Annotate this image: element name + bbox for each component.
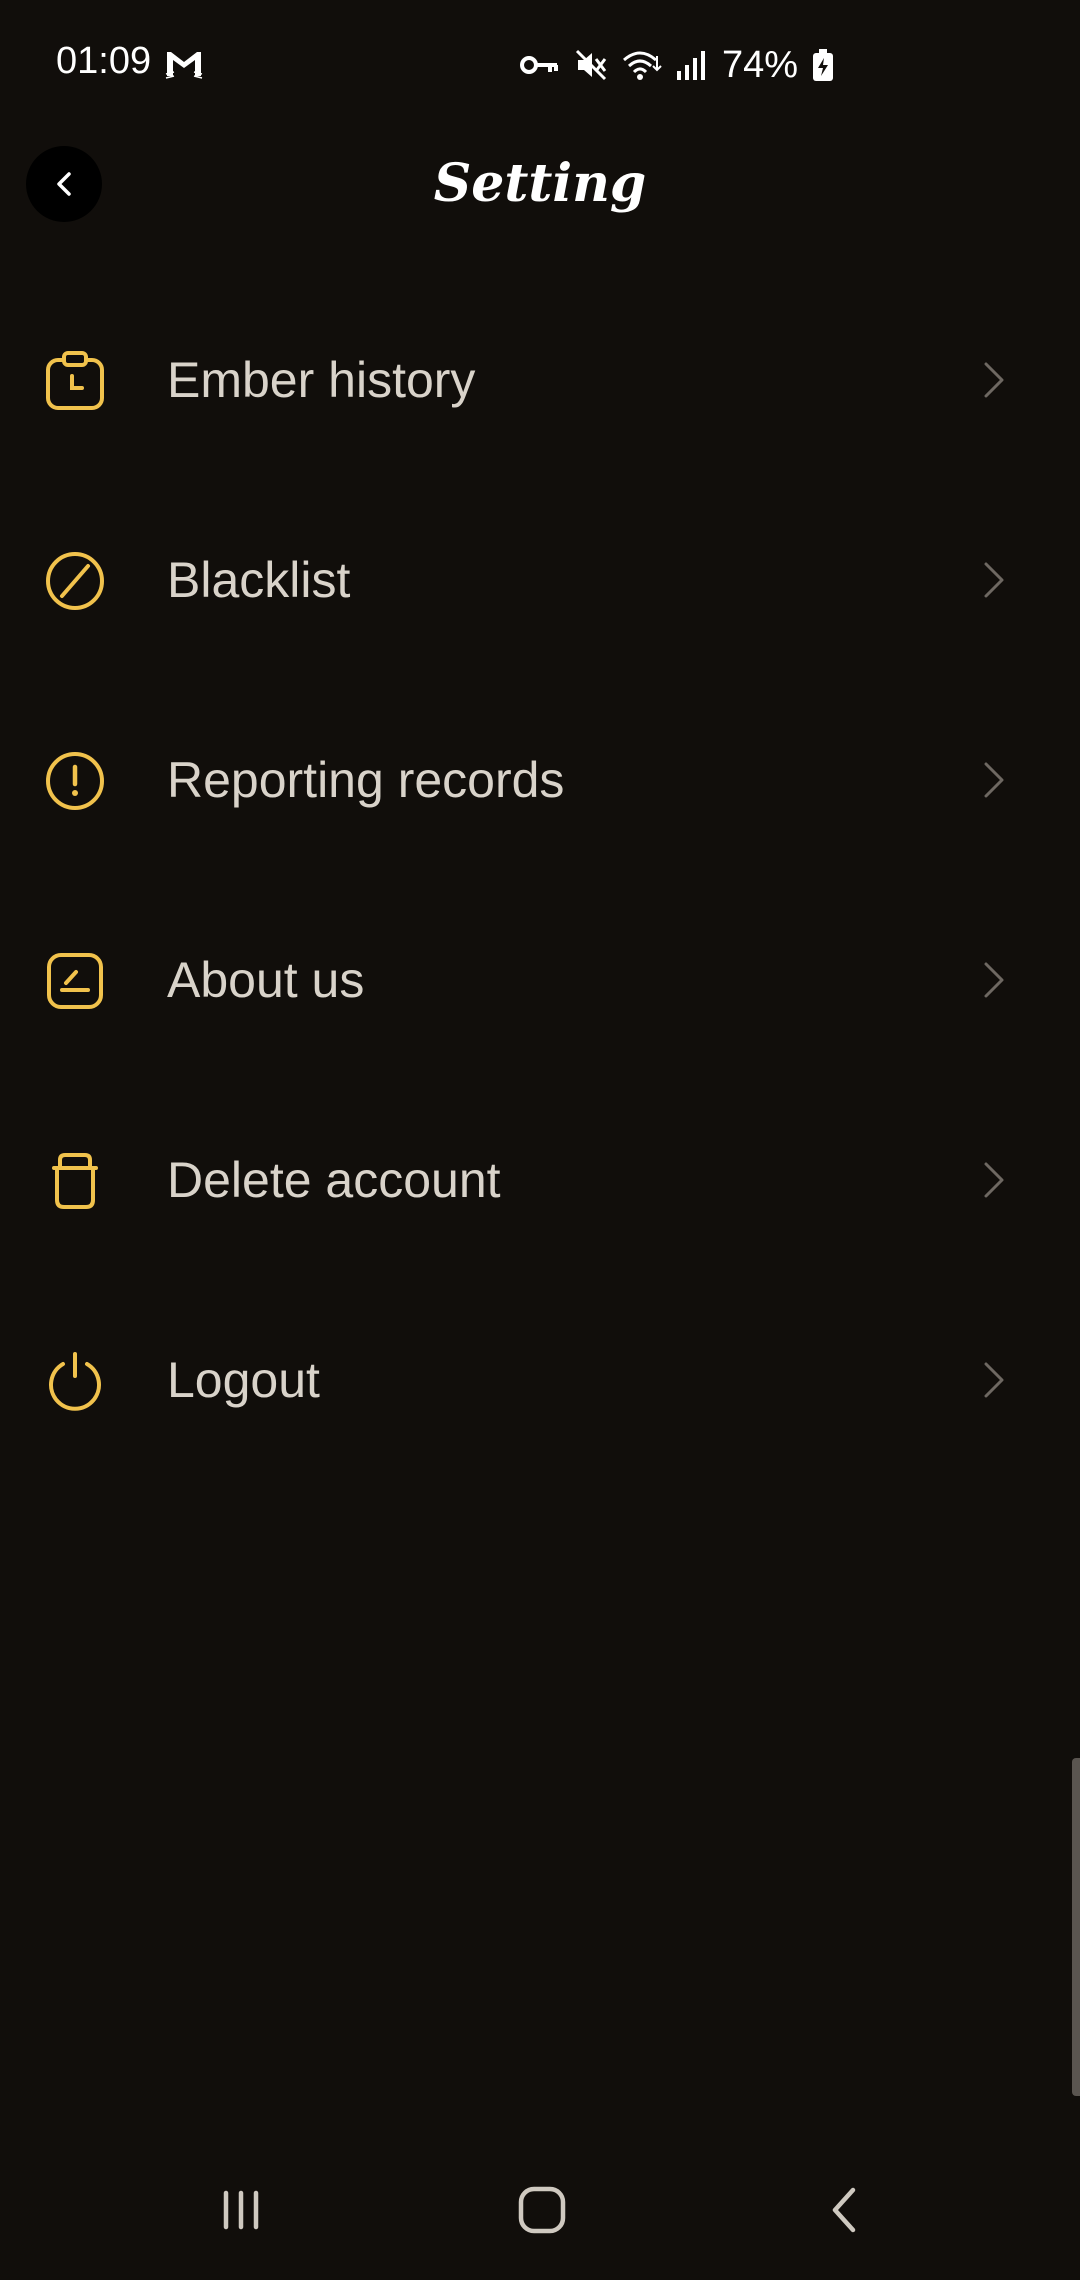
chevron-right-icon — [984, 762, 1004, 798]
status-time: 01:09 — [56, 40, 152, 82]
menu-item-ember-history[interactable]: Ember history — [0, 280, 1080, 480]
chevron-right-icon — [984, 362, 1004, 398]
block-icon — [46, 552, 104, 610]
menu-item-reporting-records[interactable]: Reporting records — [0, 680, 1080, 880]
gmail-icon — [165, 52, 203, 79]
system-back-button[interactable] — [806, 2170, 886, 2250]
alert-circle-icon — [46, 752, 104, 810]
mute-icon — [575, 49, 607, 81]
chevron-right-icon — [984, 962, 1004, 998]
chevron-right-icon — [984, 562, 1004, 598]
menu-label: Logout — [167, 1352, 320, 1408]
system-nav-bar — [0, 2130, 1080, 2280]
recent-apps-button[interactable] — [201, 2170, 281, 2250]
chevron-right-icon — [984, 1362, 1004, 1398]
battery-percent: 74% — [722, 43, 799, 86]
menu-label: Ember history — [167, 352, 476, 408]
info-card-icon — [47, 953, 103, 1009]
menu-item-logout[interactable]: Logout — [0, 1280, 1080, 1480]
clock-clipboard-icon — [46, 351, 104, 410]
status-bar: 01:09 74% — [0, 0, 1080, 130]
menu-item-about-us[interactable]: About us — [0, 880, 1080, 1080]
page-title: Setting — [433, 153, 647, 214]
trash-icon — [52, 1153, 98, 1209]
home-button[interactable] — [502, 2170, 582, 2250]
status-icons: 74% — [520, 42, 834, 88]
wifi-icon — [623, 51, 662, 80]
recent-apps-icon — [223, 2190, 259, 2230]
menu-item-delete-account[interactable]: Delete account — [0, 1080, 1080, 1280]
back-arrow-icon — [832, 2187, 856, 2233]
menu-label: Reporting records — [167, 752, 565, 808]
vpn-key-icon — [520, 56, 558, 74]
signal-icon — [677, 51, 705, 80]
menu-label: About us — [167, 952, 365, 1008]
menu-label: Delete account — [167, 1152, 501, 1208]
scrollbar[interactable] — [1072, 1758, 1080, 2096]
menu-item-blacklist[interactable]: Blacklist — [0, 480, 1080, 680]
battery-charging-icon — [813, 49, 834, 81]
home-icon — [518, 2186, 566, 2234]
chevron-right-icon — [984, 1162, 1004, 1198]
menu-label: Blacklist — [167, 552, 351, 608]
power-icon — [49, 1352, 101, 1411]
